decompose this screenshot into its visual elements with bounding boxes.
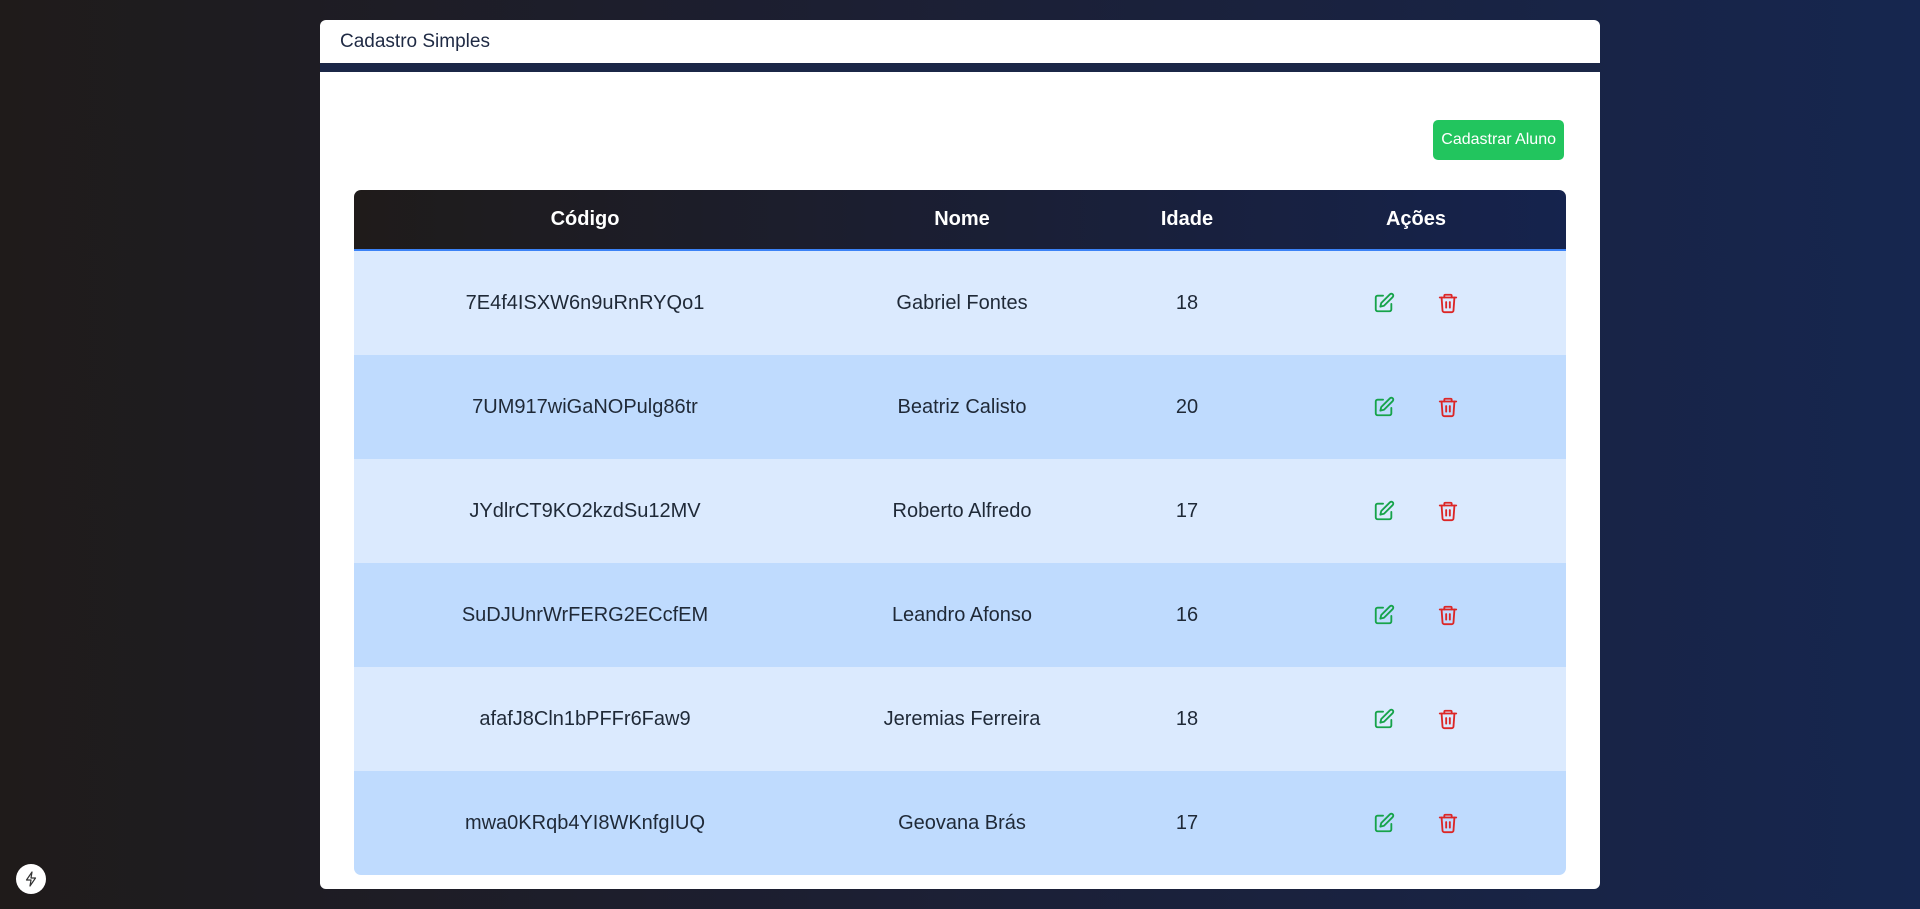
trash-icon[interactable] [1436, 395, 1460, 419]
cell-codigo: SuDJUnrWrFERG2ECcfEM [461, 603, 709, 626]
cell-nome: Gabriel Fontes [896, 291, 1028, 314]
students-table: Código Nome Idade Ações 7E4f4ISXW6n9uRnR… [354, 190, 1566, 875]
trash-icon[interactable] [1436, 499, 1460, 523]
cell-acoes [1266, 667, 1566, 771]
table-row: SuDJUnrWrFERG2ECcfEM Leandro Afonso 16 [354, 563, 1566, 667]
cell-idade: 17 [1175, 811, 1199, 834]
bolt-icon[interactable] [16, 864, 46, 894]
cell-codigo: 7UM917wiGaNOPulg86tr [472, 395, 698, 418]
column-header-nome: Nome [934, 208, 990, 230]
cell-idade: 18 [1175, 707, 1199, 730]
table-row: 7UM917wiGaNOPulg86tr Beatriz Calisto 20 [354, 355, 1566, 459]
cell-codigo: afafJ8Cln1bPFFr6Faw9 [479, 707, 691, 730]
trash-icon[interactable] [1436, 811, 1460, 835]
row-actions [1266, 395, 1566, 419]
card-header: Cadastro Simples [320, 20, 1600, 72]
edit-icon[interactable] [1372, 811, 1396, 835]
edit-icon[interactable] [1372, 603, 1396, 627]
column-header-acoes: Ações [1385, 208, 1447, 230]
cell-nome: Jeremias Ferreira [883, 707, 1041, 730]
table-row: JYdlrCT9KO2kzdSu12MV Roberto Alfredo 17 [354, 459, 1566, 563]
cell-acoes [1266, 771, 1566, 875]
cell-idade: 20 [1175, 395, 1199, 418]
row-actions [1266, 707, 1566, 731]
cell-acoes [1266, 563, 1566, 667]
trash-icon[interactable] [1436, 603, 1460, 627]
page-title: Cadastro Simples [340, 30, 490, 52]
add-student-button[interactable]: Cadastrar Aluno [1433, 120, 1564, 160]
cell-acoes [1266, 355, 1566, 459]
main-card: Cadastro Simples Cadastrar Aluno Código … [320, 20, 1600, 889]
cell-codigo: 7E4f4ISXW6n9uRnRYQo1 [465, 291, 705, 314]
cell-codigo: JYdlrCT9KO2kzdSu12MV [469, 499, 701, 522]
row-actions [1266, 499, 1566, 523]
cell-codigo: mwa0KRqb4YI8WKnfgIUQ [464, 811, 706, 834]
column-header-idade: Idade [1160, 208, 1214, 230]
table-header-row: Código Nome Idade Ações [354, 190, 1566, 250]
cell-nome: Geovana Brás [898, 811, 1026, 834]
table-row: afafJ8Cln1bPFFr6Faw9 Jeremias Ferreira 18 [354, 667, 1566, 771]
column-header-codigo: Código [550, 208, 620, 230]
cell-acoes [1266, 250, 1566, 355]
cell-nome: Roberto Alfredo [892, 499, 1032, 522]
edit-icon[interactable] [1372, 707, 1396, 731]
edit-icon[interactable] [1372, 395, 1396, 419]
table-row: mwa0KRqb4YI8WKnfgIUQ Geovana Brás 17 [354, 771, 1566, 875]
edit-icon[interactable] [1372, 291, 1396, 315]
row-actions [1266, 603, 1566, 627]
trash-icon[interactable] [1436, 707, 1460, 731]
row-actions [1266, 291, 1566, 315]
cell-idade: 16 [1175, 603, 1199, 626]
students-table-container: Código Nome Idade Ações 7E4f4ISXW6n9uRnR… [354, 190, 1566, 875]
cell-nome: Beatriz Calisto [897, 395, 1027, 418]
edit-icon[interactable] [1372, 499, 1396, 523]
trash-icon[interactable] [1436, 291, 1460, 315]
cell-acoes [1266, 459, 1566, 563]
row-actions [1266, 811, 1566, 835]
cell-nome: Leandro Afonso [891, 603, 1033, 626]
table-row: 7E4f4ISXW6n9uRnRYQo1 Gabriel Fontes 18 [354, 250, 1566, 355]
cell-idade: 18 [1175, 291, 1199, 314]
cell-idade: 17 [1175, 499, 1199, 522]
